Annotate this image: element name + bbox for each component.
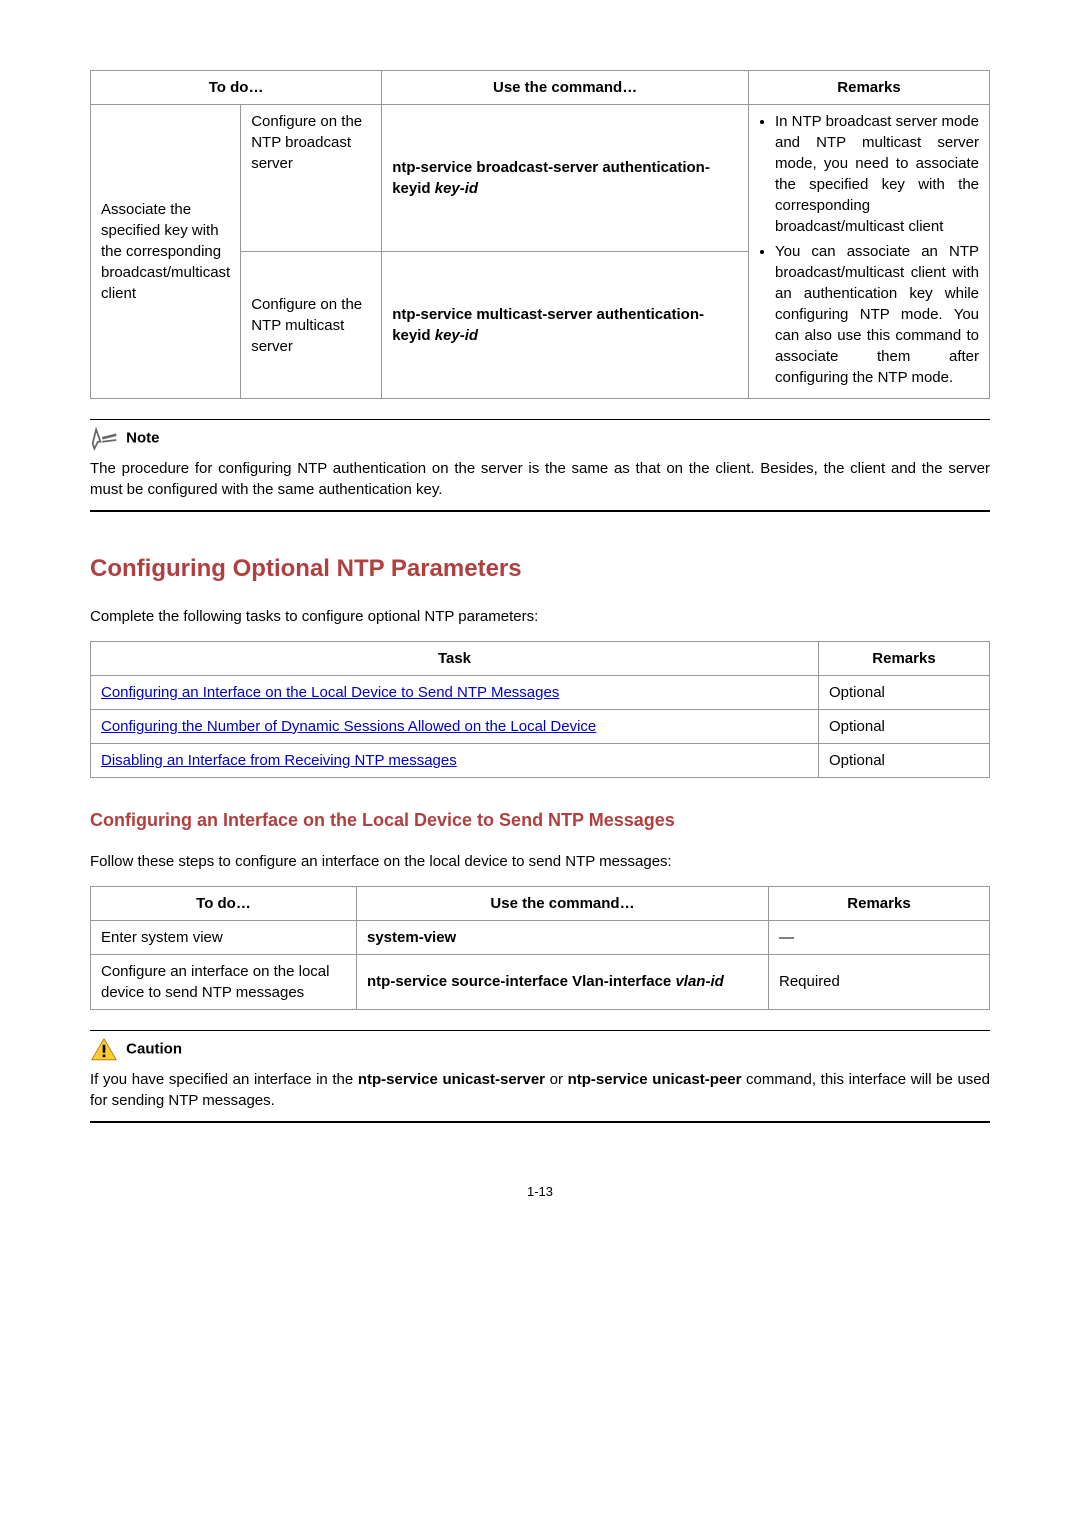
caution-cmd-2: ntp-service unicast-peer xyxy=(568,1071,742,1088)
note-icon xyxy=(90,426,118,450)
table1-header-remarks: Remarks xyxy=(749,71,990,105)
steps-r2c3: Required xyxy=(769,954,990,1009)
subsection-intro: Follow these steps to configure an inter… xyxy=(90,851,990,872)
caution-cmd-1: ntp-service unicast-server xyxy=(358,1071,545,1088)
divider xyxy=(90,510,990,512)
table1-row1-cmd: ntp-service broadcast-server authenticat… xyxy=(382,105,749,252)
task-remark-2: Optional xyxy=(819,709,990,743)
cmd-italic-text: key-id xyxy=(431,327,479,344)
table1-header-command: Use the command… xyxy=(382,71,749,105)
page-number: 1-13 xyxy=(90,1183,990,1201)
table1-assoc-cell: Associate the specified key with the cor… xyxy=(91,105,241,399)
steps-r2c2: ntp-service source-interface Vlan-interf… xyxy=(357,954,769,1009)
note-block: Note xyxy=(90,426,990,450)
steps-header-cmd: Use the command… xyxy=(357,886,769,920)
steps-header-todo: To do… xyxy=(91,886,357,920)
task-remark-1: Optional xyxy=(819,675,990,709)
cmd-italic-text: vlan-id xyxy=(671,973,724,990)
task-remark-3: Optional xyxy=(819,743,990,777)
table1-remarks-cell: In NTP broadcast server mode and NTP mul… xyxy=(749,105,990,399)
section-intro: Complete the following tasks to configur… xyxy=(90,606,990,627)
divider xyxy=(90,1121,990,1123)
caution-icon xyxy=(90,1037,118,1061)
note-label: Note xyxy=(126,430,159,447)
caution-block: Caution xyxy=(90,1037,990,1061)
cmd-italic-text: key-id xyxy=(431,180,479,197)
remark-item-1: In NTP broadcast server mode and NTP mul… xyxy=(775,111,979,237)
cmd-bold-text: system-view xyxy=(367,929,456,946)
table1-row1-sub: Configure on the NTP broadcast server xyxy=(241,105,382,252)
task-link-3[interactable]: Disabling an Interface from Receiving NT… xyxy=(101,752,457,769)
caution-text: If you have specified an interface in th… xyxy=(90,1069,990,1111)
steps-header-remarks: Remarks xyxy=(769,886,990,920)
table1-header-todo: To do… xyxy=(91,71,382,105)
caution-text-mid: or xyxy=(545,1071,568,1088)
steps-r1c2: system-view xyxy=(357,920,769,954)
steps-r2c1: Configure an interface on the local devi… xyxy=(91,954,357,1009)
steps-r1c1: Enter system view xyxy=(91,920,357,954)
cmd-bold-text: ntp-service source-interface Vlan-interf… xyxy=(367,973,671,990)
caution-label: Caution xyxy=(126,1040,182,1057)
table1-row2-sub: Configure on the NTP multicast server xyxy=(241,252,382,399)
note-text: The procedure for configuring NTP authen… xyxy=(90,458,990,500)
task-header-remarks: Remarks xyxy=(819,641,990,675)
section-heading: Configuring Optional NTP Parameters xyxy=(90,552,990,586)
task-table: Task Remarks Configuring an Interface on… xyxy=(90,641,990,778)
task-header-task: Task xyxy=(91,641,819,675)
command-table-1: To do… Use the command… Remarks Associat… xyxy=(90,70,990,399)
subsection-heading: Configuring an Interface on the Local De… xyxy=(90,808,990,833)
table1-row2-cmd: ntp-service multicast-server authenticat… xyxy=(382,252,749,399)
task-link-2[interactable]: Configuring the Number of Dynamic Sessio… xyxy=(101,718,596,735)
divider xyxy=(90,1030,990,1031)
steps-r1c3: — xyxy=(769,920,990,954)
divider xyxy=(90,419,990,420)
remark-item-2: You can associate an NTP broadcast/multi… xyxy=(775,241,979,388)
steps-table: To do… Use the command… Remarks Enter sy… xyxy=(90,886,990,1010)
caution-text-pre: If you have specified an interface in th… xyxy=(90,1071,358,1088)
task-link-1[interactable]: Configuring an Interface on the Local De… xyxy=(101,684,559,701)
